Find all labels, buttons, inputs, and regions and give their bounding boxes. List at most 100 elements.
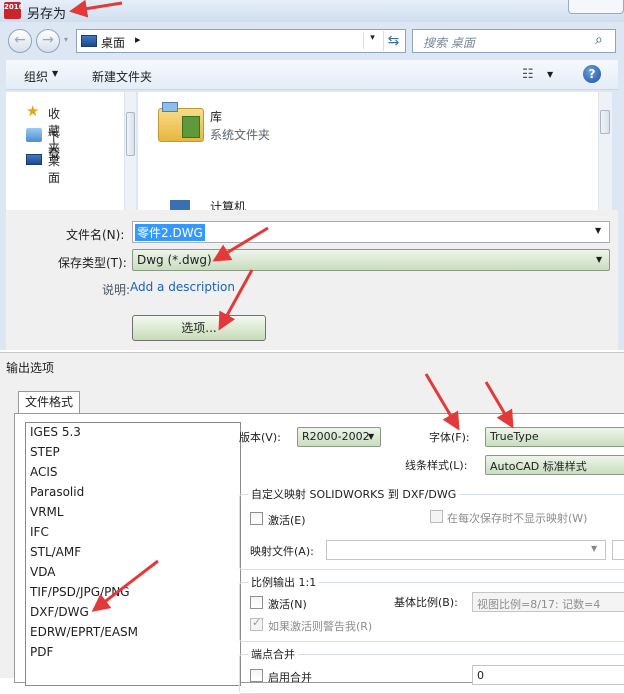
font-select[interactable]: TrueType (485, 427, 624, 447)
group-title: 比例输出 1:1 (248, 574, 320, 590)
view-dropdown-icon[interactable]: ▼ (547, 70, 553, 79)
file-item-name[interactable]: 库 (210, 108, 222, 125)
checkbox-label: 激活(N) (268, 598, 307, 611)
export-options-dialog: 输出选项 文件格式 IGES 5.3 STEP ACIS Parasolid V… (0, 352, 624, 694)
list-item[interactable]: ACIS (30, 465, 58, 483)
file-scrollbar[interactable] (598, 92, 612, 210)
group-title: 端点合并 (248, 646, 298, 662)
chevron-down-icon[interactable]: ▼ (368, 432, 374, 441)
map-file-label: 映射文件(A): (250, 545, 314, 558)
search-placeholder: 搜索 桌面 (423, 36, 475, 50)
scale-activate-checkbox[interactable] (250, 596, 263, 609)
description-label: 说明: (102, 283, 131, 297)
font-value[interactable]: TrueType (490, 430, 539, 443)
file-name-input[interactable]: 零件2.DWG ▼ (132, 221, 610, 243)
file-item-description: 系统文件夹 (210, 128, 271, 142)
scrollbar-thumb[interactable] (126, 112, 135, 156)
file-item-name[interactable]: 计算机 (210, 198, 246, 210)
search-icon[interactable]: ⌕ (595, 32, 603, 48)
desktop-icon (81, 35, 97, 47)
list-item[interactable]: TIF/PSD/JPG/PNG (30, 585, 130, 603)
chevron-right-icon[interactable]: ▸ (135, 33, 141, 46)
base-scale-select[interactable]: 视图比例=8/17: 记数=4 (472, 592, 624, 612)
checkbox-label: 如果激活则警告我(R) (268, 620, 373, 633)
tab-panel: IGES 5.3 STEP ACIS Parasolid VRML IFC ST… (14, 413, 624, 694)
line-style-select[interactable]: AutoCAD 标准样式 (485, 455, 624, 475)
save-type-select[interactable]: Dwg (*.dwg) ▼ (132, 249, 610, 271)
checkbox-label: 在每次保存时不显示映射(W) (447, 512, 588, 525)
save-type-label: 保存类型(T): (58, 256, 127, 270)
warn-checkbox[interactable]: ✓ (250, 616, 263, 631)
version-label: 版本(V): (239, 431, 281, 444)
list-item[interactable]: Parasolid (30, 485, 84, 503)
scrollbar-thumb[interactable] (600, 110, 610, 134)
list-item[interactable]: IGES 5.3 (30, 425, 81, 443)
forward-arrow-icon[interactable]: → (36, 29, 60, 53)
file-name-value[interactable]: 零件2.DWG (135, 224, 205, 241)
checkbox-label: 启用合并 (268, 671, 312, 684)
address-bar[interactable]: 桌面 ▸ ▾ ⇆ (76, 29, 406, 53)
address-dropdown-icon[interactable]: ▾ (363, 33, 381, 49)
browse-button[interactable] (612, 540, 624, 560)
chevron-down-icon[interactable]: ▼ (596, 255, 602, 264)
save-form: 文件名(N): 零件2.DWG ▼ 保存类型(T): Dwg (*.dwg) ▼… (6, 210, 618, 350)
version-select[interactable]: R2000-2002 ▼ (297, 427, 381, 447)
list-item[interactable]: VRML (30, 505, 64, 523)
help-icon[interactable]: ? (583, 65, 601, 83)
navigation-bar: ← → ▾ 桌面 ▸ ▾ ⇆ 搜索 桌面 ⌕ (0, 24, 624, 56)
map-file-input[interactable]: ▼ (326, 540, 606, 560)
refresh-icon[interactable]: ⇆ (383, 31, 403, 51)
list-item[interactable]: VDA (30, 565, 55, 583)
version-value[interactable]: R2000-2002 (302, 430, 370, 443)
file-list: 库 系统文件夹 计算机 (138, 92, 612, 210)
view-options-icon[interactable]: ☷ (522, 67, 534, 82)
merge-distance-value[interactable]: 0 (477, 669, 484, 682)
chevron-down-icon[interactable]: ▼ (591, 544, 597, 553)
base-scale-label: 基体比例(B): (394, 596, 458, 609)
line-style-value[interactable]: AutoCAD 标准样式 (490, 458, 587, 474)
search-input[interactable]: 搜索 桌面 ⌕ (412, 29, 616, 53)
back-arrow-icon[interactable]: ← (8, 29, 32, 53)
list-item[interactable]: STEP (30, 445, 60, 463)
chevron-down-icon[interactable]: ▼ (595, 226, 601, 235)
nav-item-label: 桌面 (48, 154, 61, 185)
line-style-label: 线条样式(L): (405, 459, 468, 472)
save-type-value[interactable]: Dwg (*.dwg) (137, 253, 212, 267)
scale-output-group: 比例输出 1:1 激活(N) 基体比例(B): 视图比例=8/17: 记数=4 … (239, 574, 624, 642)
file-name-label: 文件名(N): (66, 228, 125, 242)
desktop-icon (26, 154, 42, 165)
add-description-link[interactable]: Add a description (130, 280, 235, 294)
list-item[interactable]: EDRW/EPRT/EASM (30, 625, 138, 643)
enable-merge-checkbox[interactable] (250, 669, 263, 682)
list-item[interactable]: IFC (30, 525, 49, 543)
title-bar: 2016 另存为 (0, 0, 624, 22)
custom-map-group: 自定义映射 SOLIDWORKS 到 DXF/DWG 激活(E) 在每次保存时不… (239, 486, 624, 570)
list-item-selected[interactable]: DXF/DWG (30, 605, 89, 623)
dialog-title: 输出选项 (6, 361, 55, 375)
list-item[interactable]: PDF (30, 645, 53, 663)
download-icon (26, 128, 42, 142)
new-folder-button[interactable]: 新建文件夹 (92, 68, 152, 85)
nav-scrollbar[interactable] (124, 92, 136, 210)
chevron-down-icon[interactable]: ▼ (52, 69, 58, 78)
list-item[interactable]: STL/AMF (30, 545, 81, 563)
base-scale-value[interactable]: 视图比例=8/17: 记数=4 (477, 596, 600, 612)
organize-button[interactable]: 组织 (24, 68, 48, 85)
activate-map-checkbox[interactable] (250, 512, 263, 525)
address-location[interactable]: 桌面 (101, 34, 125, 51)
save-as-dialog: 2016 另存为 ← → ▾ 桌面 ▸ ▾ ⇆ 搜索 桌面 ⌕ 组织 ▼ 新建文… (0, 0, 624, 350)
computer-icon[interactable] (170, 200, 190, 210)
star-icon: ★ (26, 102, 40, 120)
dialog-title: 另存为 (27, 7, 67, 22)
format-list[interactable]: IGES 5.3 STEP ACIS Parasolid VRML IFC ST… (25, 422, 241, 686)
library-icon[interactable] (158, 102, 204, 142)
options-button[interactable]: 选项... (132, 315, 266, 341)
font-label: 字体(F): (429, 431, 470, 444)
checkbox-label: 激活(E) (268, 514, 306, 527)
close-button[interactable] (568, 0, 624, 14)
app-logo-icon: 2016 (4, 2, 23, 19)
history-dropdown-icon[interactable]: ▾ (64, 35, 68, 44)
tab-file-format[interactable]: 文件格式 (18, 391, 80, 414)
merge-distance-input[interactable]: 0 (472, 665, 624, 685)
no-show-map-checkbox[interactable] (430, 510, 443, 523)
